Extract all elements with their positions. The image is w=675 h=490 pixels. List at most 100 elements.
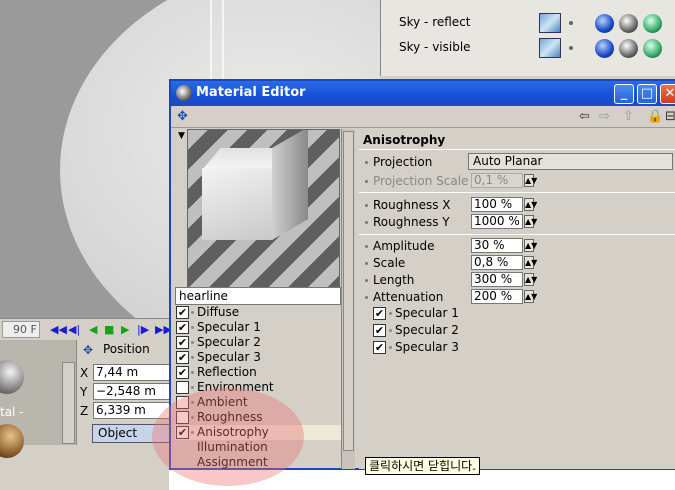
next-key-icon[interactable]: |▶ [137,323,149,336]
checkbox-icon[interactable] [176,381,189,394]
maximize-button[interactable]: □ [637,84,657,104]
stepper-icon[interactable]: ▲▼ [524,256,537,269]
param-dot-icon [365,204,368,207]
param-dot-icon [365,245,368,248]
channel-scrollbar[interactable] [341,129,355,469]
play-back-icon[interactable]: ◀ [89,323,97,336]
axis-label: Z [80,404,89,418]
channel-label: Specular 3 [197,350,261,364]
channel-reflection[interactable]: Reflection [175,365,341,380]
check-icon[interactable] [176,366,189,379]
up-arrow-icon[interactable]: ⇧ [623,109,634,124]
preview-menu-arrow-icon[interactable]: ▼ [178,131,185,141]
tooltip[interactable]: 클릭하시면 닫힙니다. [365,457,480,475]
scrollbar-thumb[interactable] [343,131,354,451]
close-button[interactable]: ✕ [660,84,675,104]
stepper-icon[interactable]: ▲▼ [524,198,537,211]
attenuation-row: Attenuation 200 % ▲▼ [359,289,675,306]
specular-label: Specular 1 [395,306,459,320]
stepper-icon[interactable]: ▲▼ [524,174,537,187]
coord-x-field[interactable]: 7,44 m [93,364,173,381]
material-ball-icon[interactable] [619,14,638,33]
projection-scale-field[interactable]: 0,1 % [471,173,523,188]
param-dot-icon [389,329,392,332]
check-icon[interactable] [373,324,386,337]
check-icon[interactable] [176,321,189,334]
coord-y-field[interactable]: −2,548 m [93,383,173,400]
title-bar[interactable]: Material Editor _ □ ✕ [171,81,675,106]
check-icon[interactable] [176,336,189,349]
channel-specular-2[interactable]: Specular 2 [175,335,341,350]
length-field[interactable]: 300 % [471,272,523,287]
specular-label: Specular 2 [395,323,459,337]
channel-label: Specular 2 [197,335,261,349]
channel-label: Diffuse [197,305,240,319]
param-label: Amplitude [373,239,435,253]
material-name-field[interactable]: hearline [175,287,341,305]
status-dot-icon [569,21,573,25]
divider [359,234,675,235]
roughness-y-row: Roughness Y 1000 % ▲▼ [359,214,675,231]
back-arrow-icon[interactable]: ⇦ [579,109,590,124]
material-ball-icon[interactable] [643,39,662,58]
object-row-sky-visible[interactable]: Sky - visible [381,37,675,59]
forward-arrow-icon[interactable]: ⇨ [599,109,610,124]
object-row-sky-reflect[interactable]: Sky - reflect [381,12,675,34]
roughness-y-field[interactable]: 1000 % [471,214,523,229]
channel-diffuse[interactable]: Diffuse [175,305,341,320]
specular-3-toggle[interactable]: Specular 3 [373,340,493,355]
material-ball-icon[interactable] [619,39,638,58]
coordinates-title: Position [103,342,150,356]
length-row: Length 300 % ▲▼ [359,272,675,289]
projection-select[interactable]: Auto Planar [468,153,673,170]
prev-key-icon[interactable]: ◀| [68,323,80,336]
material-thumb-icon[interactable] [0,424,24,458]
lock-icon[interactable]: 🔒 [647,109,663,124]
coord-y-row: Y −2,548 m [80,383,180,401]
param-dot-icon [365,161,368,164]
material-ball-icon[interactable] [595,39,614,58]
check-icon[interactable] [373,341,386,354]
highlight-overlay [152,388,304,486]
move-icon[interactable]: ✥ [177,109,188,124]
attenuation-field[interactable]: 200 % [471,289,523,304]
param-dot-icon [365,279,368,282]
param-label: Projection Scale [373,174,469,188]
preview-cube-front [202,168,272,240]
amplitude-field[interactable]: 30 % [471,238,523,253]
material-ball-icon[interactable] [643,14,662,33]
specular-1-toggle[interactable]: Specular 1 [373,306,493,321]
check-icon[interactable] [176,351,189,364]
frame-counter[interactable]: 90 F [2,321,40,338]
stepper-icon[interactable]: ▲▼ [524,290,537,303]
stepper-icon[interactable]: ▲▼ [524,215,537,228]
scale-field[interactable]: 0,8 % [471,255,523,270]
menu-icon[interactable]: ⊟ [665,109,675,124]
param-dot-icon [365,221,368,224]
param-dot-icon [365,262,368,265]
stepper-icon[interactable]: ▲▼ [524,239,537,252]
stop-icon[interactable]: ■ [104,323,114,336]
channel-specular-1[interactable]: Specular 1 [175,320,341,335]
material-thumb-icon[interactable] [0,360,24,394]
param-label: Attenuation [373,290,444,304]
sky-texture-icon [539,38,561,58]
channel-dot-icon [191,326,194,329]
status-dot-icon [569,46,573,50]
roughness-x-row: Roughness X 100 % ▲▼ [359,197,675,214]
roughness-x-field[interactable]: 100 % [471,197,523,212]
specular-2-toggle[interactable]: Specular 2 [373,323,493,338]
param-dot-icon [389,312,392,315]
material-preview[interactable] [187,129,340,289]
scale-row: Scale 0,8 % ▲▼ [359,255,675,272]
channel-specular-3[interactable]: Specular 3 [175,350,341,365]
material-scrollbar[interactable] [62,362,75,444]
play-icon[interactable]: ▶ [121,323,129,336]
material-ball-icon[interactable] [595,14,614,33]
goto-start-icon[interactable]: ◀◀ [50,323,67,336]
minimize-button[interactable]: _ [614,84,634,104]
stepper-icon[interactable]: ▲▼ [524,273,537,286]
check-icon[interactable] [176,306,189,319]
check-icon[interactable] [373,307,386,320]
param-label: Scale [373,256,406,270]
